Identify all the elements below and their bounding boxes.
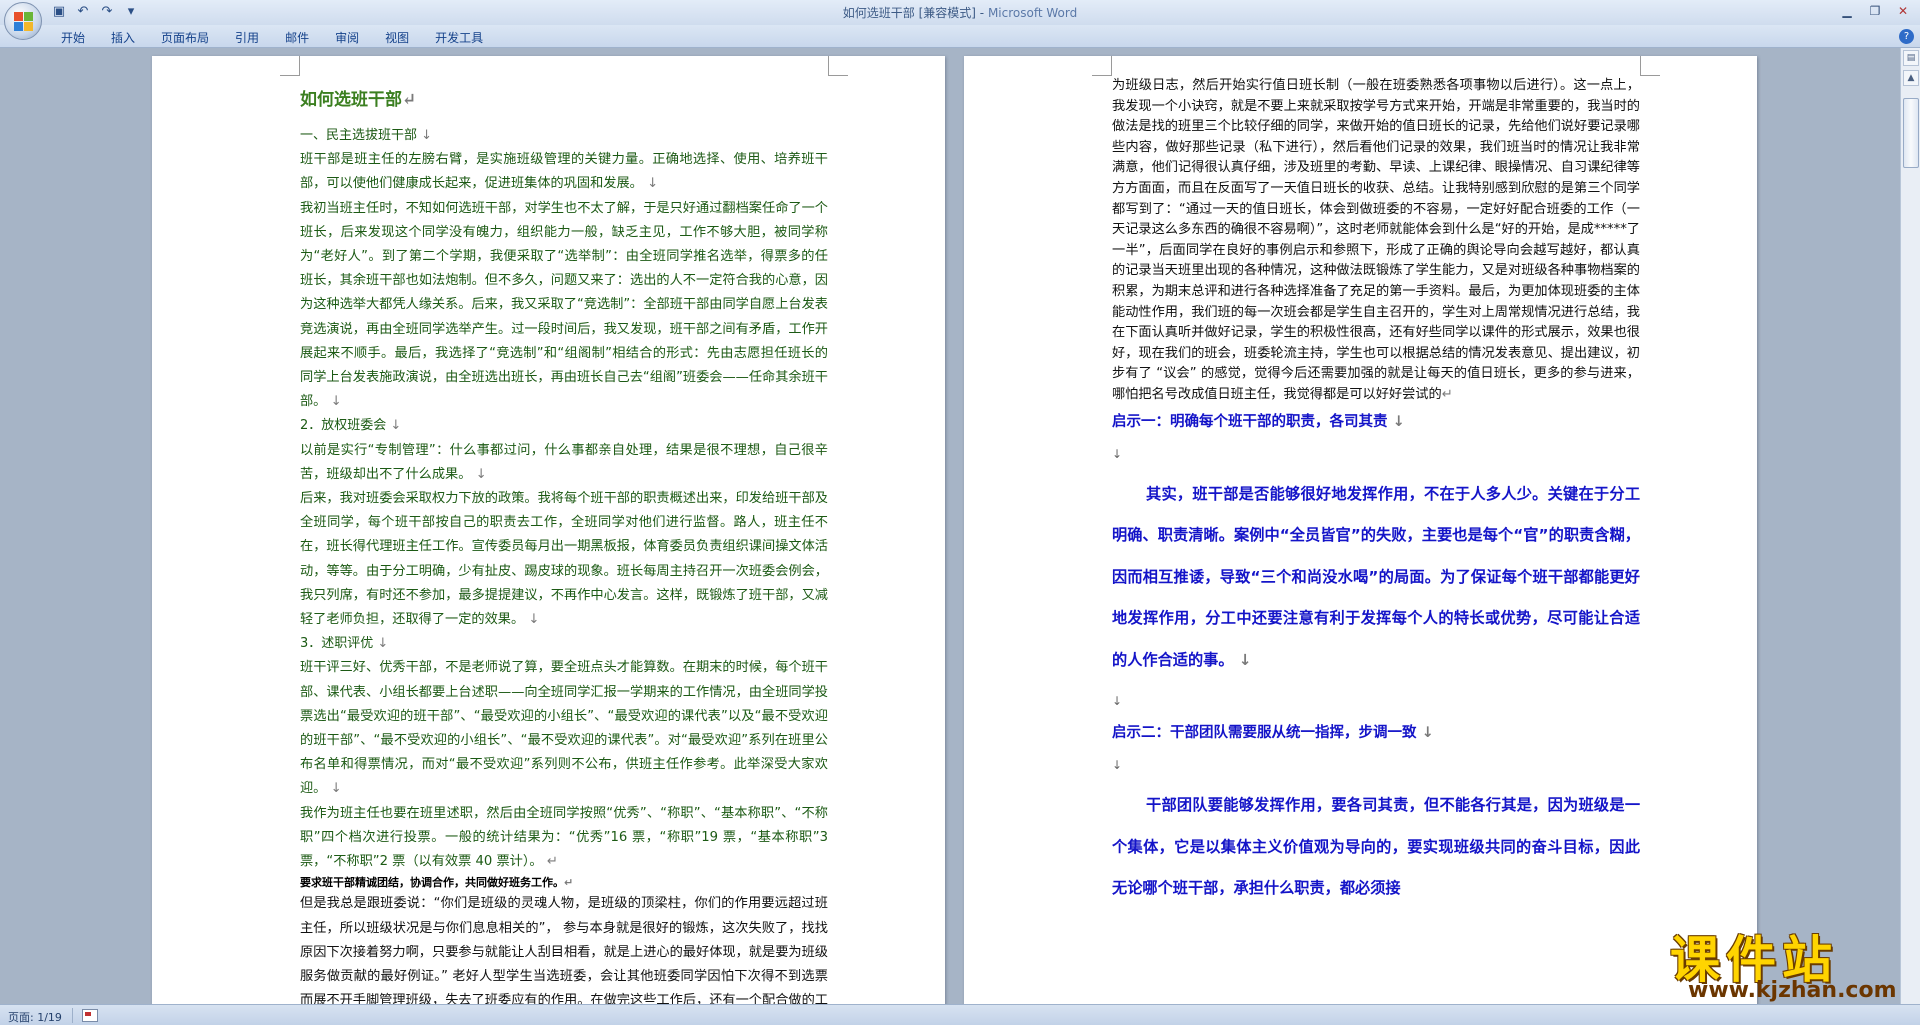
scroll-up-icon[interactable]: ▲ [1903,70,1919,86]
tab-insert[interactable]: 插入 [98,29,148,46]
paragraph: 为班级日志，然后开始实行值日班长制（一般在班委熟悉各项事物以后进行）。这一点上，… [1112,78,1640,402]
language-icon[interactable] [82,1009,98,1022]
paragraph: 其实，班干部是否能够很好地发挥作用，不在于人多人少。关键在于分工明确、职责清晰。… [1112,484,1640,669]
paragraph: 后来，我对班委会采取权力下放的政策。我将每个班干部的职责概述出来，印发给班干部及… [300,491,828,628]
paragraph: 我作为班主任也要在班里述职，然后由全班同学按照“优秀”、“称职”、“基本称职”、… [300,805,828,870]
ruler-toggle-icon[interactable]: ▤ [1903,50,1919,66]
office-button[interactable] [4,2,42,40]
document-name: 如何选班干部 [842,6,915,20]
vertical-scrollbar[interactable]: ▤ ▲ [1900,48,1920,1004]
help-icon[interactable]: ? [1899,29,1914,44]
undo-icon[interactable]: ↶ [74,3,92,21]
ribbon-tabs: 开始 插入 页面布局 引用 邮件 审阅 视图 开发工具 [48,29,496,46]
empty-paragraph: ↓ [1112,694,1123,708]
save-icon[interactable]: ▣ [50,3,68,21]
crop-mark [1640,56,1660,76]
crop-mark [828,56,848,76]
window-controls: ▁ ❐ ✕ [1834,2,1916,20]
page-indicator[interactable]: 页面: 1/19 [8,1009,62,1025]
tab-mailings[interactable]: 邮件 [272,29,322,46]
empty-paragraph: ↓ [1112,446,1123,461]
scroll-thumb[interactable] [1903,98,1919,168]
minimize-button[interactable]: ▁ [1834,2,1860,20]
tab-home[interactable]: 开始 [48,29,98,46]
document-page-right[interactable]: 为班级日志，然后开始实行值日班长制（一般在班委熟悉各项事物以后进行）。这一点上，… [964,56,1757,1004]
compat-mode: [兼容模式] - [914,6,988,20]
empty-paragraph: ↓ [1112,758,1123,772]
window-title: 如何选班干部 [兼容模式] - Microsoft Word [0,4,1920,21]
tab-page-layout[interactable]: 页面布局 [148,29,222,46]
tab-view[interactable]: 视图 [372,29,422,46]
section-heading: 启示一：明确每个班干部的职责，各司其责 ↓ [1112,413,1405,430]
app-name: Microsoft Word [987,6,1078,20]
tab-developer[interactable]: 开发工具 [422,29,496,46]
paragraph: 干部团队要能够发挥作用，要各司其责，但不能各行其是，因为班级是一个集体，它是以集… [1112,796,1640,897]
office-logo-icon [14,12,34,32]
status-bar: 页面: 1/19 [0,1004,1920,1025]
section-heading: 启示二：干部团队需要服从统一指挥，步调一致 ↓ [1112,725,1434,741]
customize-qat-icon[interactable]: ▾ [122,3,140,21]
watermark-url: www.kjzhan.com [1688,978,1897,1003]
quick-access-toolbar: ▣ ↶ ↷ ▾ [50,3,140,21]
right-page-body: 为班级日志，然后开始实行值日班长制（一般在班委熟悉各项事物以后进行）。这一点上，… [1112,76,1640,910]
redo-icon[interactable]: ↷ [98,3,116,21]
document-page-left[interactable]: 如何选班干部↵ 一、民主选拔班干部 ↓ 班干部是班主任的左膀右臂，是实施班级管理… [152,56,945,1004]
tab-review[interactable]: 审阅 [322,29,372,46]
status-divider [72,1008,73,1023]
tab-references[interactable]: 引用 [222,29,272,46]
crop-mark [280,56,300,76]
document-title: 如何选班干部↵ [300,90,417,110]
paragraph: 班干部是班主任的左膀右臂，是实施班级管理的关键力量。正确地选择、使用、培养班干部… [300,152,828,192]
ribbon-tab-bar: 开始 插入 页面布局 引用 邮件 审阅 视图 开发工具 ? [0,25,1920,48]
maximize-button[interactable]: ❐ [1862,2,1888,20]
paragraph: 我初当班主任时，不知如何选班干部，对学生也不太了解，于是只好通过翻档案任命了一个… [300,200,828,410]
title-bar: 如何选班干部 [兼容模式] - Microsoft Word ▣ ↶ ↷ ▾ ▁… [0,0,1920,25]
document-workspace: 如何选班干部↵ 一、民主选拔班干部 ↓ 班干部是班主任的左膀右臂，是实施班级管理… [0,48,1900,1004]
section-heading: 一、民主选拔班干部 ↓ [300,128,433,143]
left-page-body: 如何选班干部↵ 一、民主选拔班干部 ↓ 班干部是班主任的左膀右臂，是实施班级管理… [300,76,828,1004]
section-heading: 3．述职评优 ↓ [300,636,389,652]
crop-mark [1092,56,1112,76]
paragraph: 但是我总是跟班委说：“你们是班级的灵魂人物，是班级的顶梁柱，你们的作用要远超过班… [300,896,828,1004]
section-heading: 2．放权班委会 ↓ [300,418,402,434]
close-button[interactable]: ✕ [1890,2,1916,20]
paragraph: 以前是实行“专制管理”：什么事都过问，什么事都亲自处理，结果是很不理想，自己很辛… [300,442,828,482]
site-watermark-logo: 课件站 www.kjzhan.com [1670,920,1915,1020]
paragraph: 班干评三好、优秀干部，不是老师说了算，要全班点头才能算数。在期末的时候，每个班干… [300,660,828,797]
paragraph: 要求班干部精诚团结，协调合作，共同做好班务工作。↵ [300,876,574,890]
